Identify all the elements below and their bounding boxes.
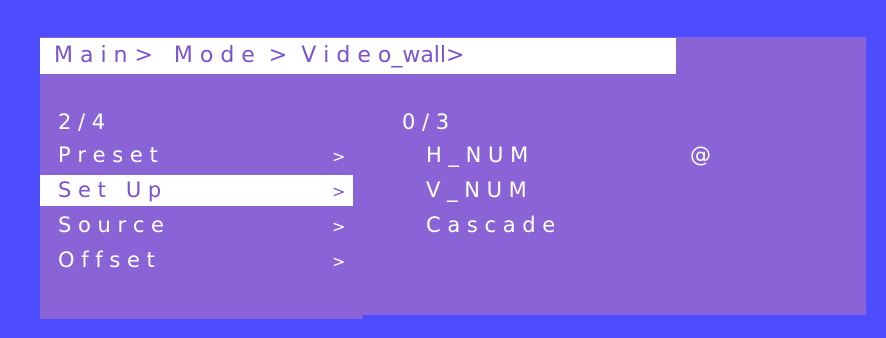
- submenu-item-h-num[interactable]: H _ N U M: [426, 141, 528, 169]
- left-page-indicator: 2 / 4: [58, 110, 106, 134]
- chevron-right-icon: >: [332, 252, 346, 271]
- submenu-item-cascade[interactable]: C a s c a d e: [426, 211, 555, 239]
- menu-item-source[interactable]: S o u r c e: [58, 211, 164, 239]
- chevron-right-icon: >: [332, 147, 346, 166]
- chevron-right-icon: >: [332, 217, 346, 236]
- current-selection-marker: @: [690, 143, 711, 167]
- panel-bottom-strip: [40, 315, 363, 319]
- right-page-indicator: 0 / 3: [402, 110, 450, 134]
- chevron-right-icon: >: [332, 182, 346, 201]
- submenu-item-v-num[interactable]: V _ N U M: [426, 176, 527, 204]
- menu-item-preset[interactable]: P r e s e t: [58, 141, 158, 169]
- menu-item-set-up[interactable]: S e t U p: [58, 176, 161, 204]
- osd-screen: M a i n > M o d e > V i d e o_wall> 2 / …: [0, 0, 886, 338]
- menu-item-offset[interactable]: O f f s e t: [58, 246, 155, 274]
- breadcrumb: M a i n > M o d e > V i d e o_wall>: [40, 38, 676, 74]
